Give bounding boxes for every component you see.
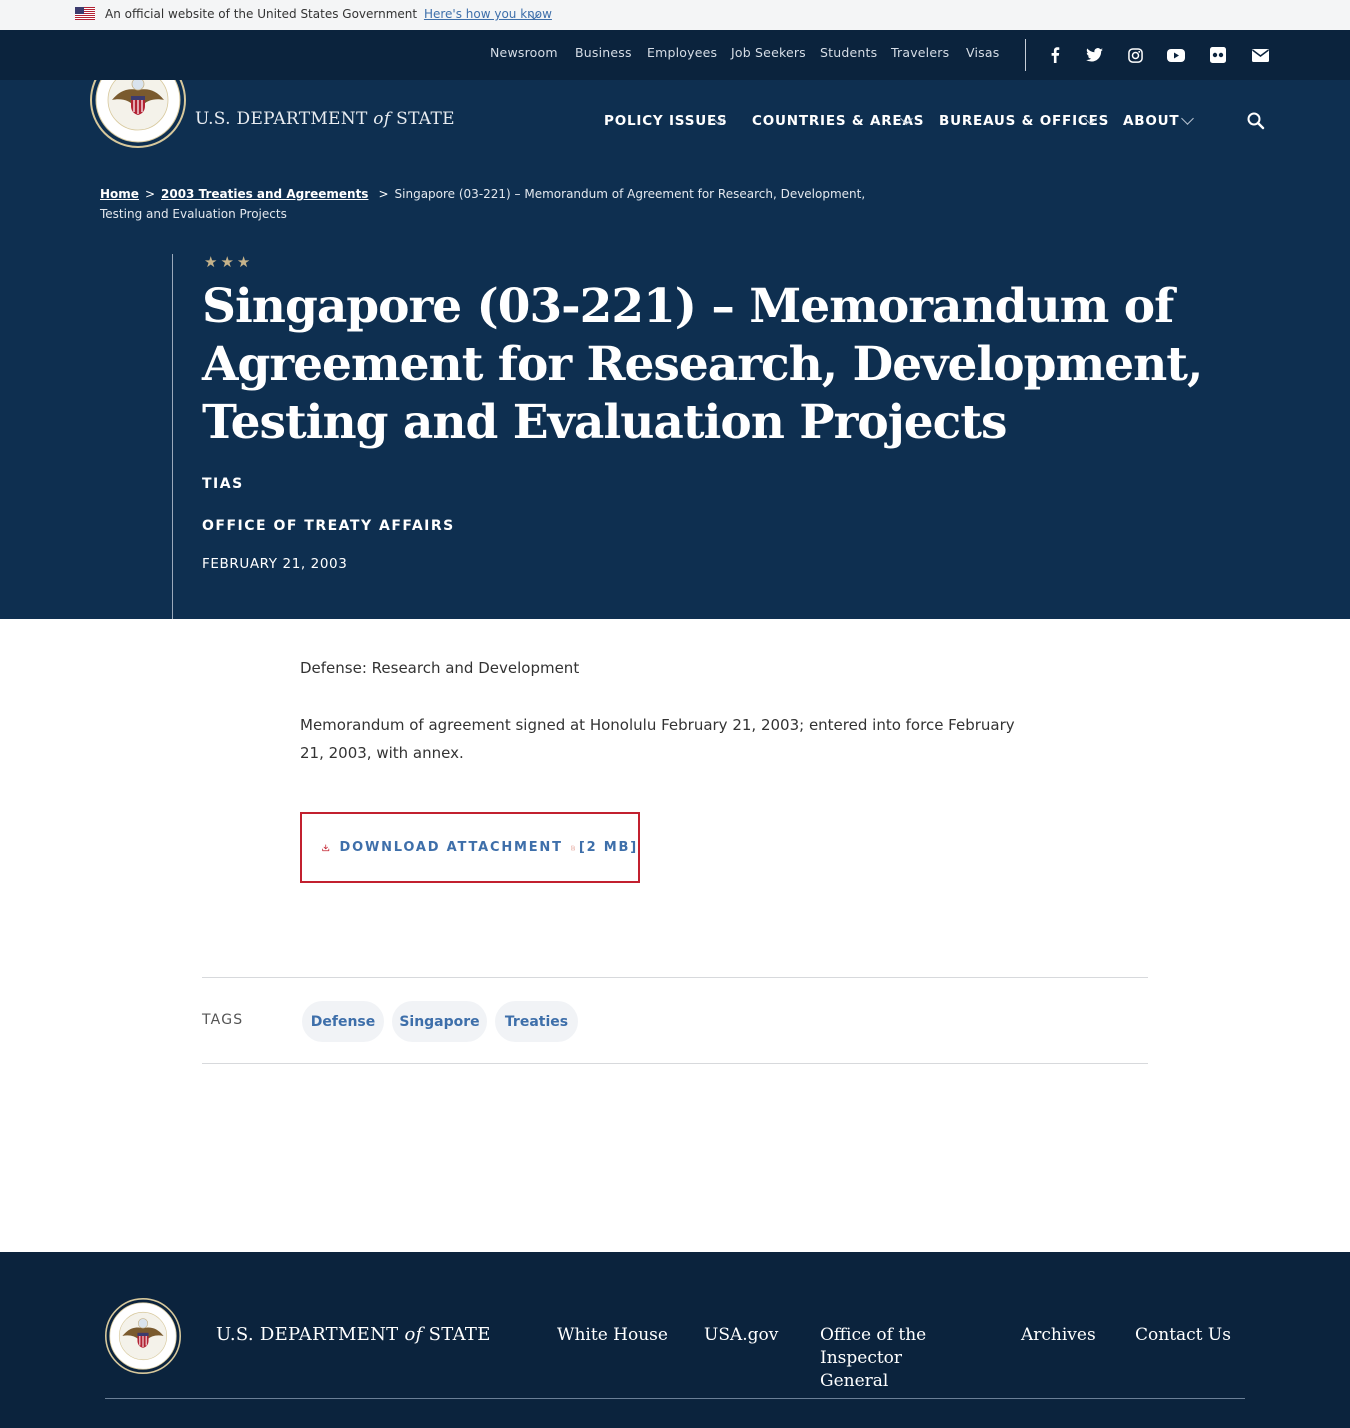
chevron-down-icon[interactable] bbox=[1181, 112, 1194, 125]
footer: U.S. DEPARTMENT of STATE White House USA… bbox=[0, 1252, 1350, 1428]
instagram-icon[interactable] bbox=[1125, 45, 1145, 65]
util-link-employees[interactable]: Employees bbox=[647, 45, 717, 60]
gov-banner: An official website of the United States… bbox=[0, 0, 1350, 30]
email-icon[interactable] bbox=[1250, 45, 1270, 65]
tag-defense[interactable]: Defense bbox=[302, 1001, 384, 1042]
masthead: U.S. DEPARTMENT of STATE POLICY ISSUES C… bbox=[0, 80, 1350, 619]
footer-divider bbox=[105, 1398, 1245, 1399]
util-link-visas[interactable]: Visas bbox=[966, 45, 999, 60]
footer-logo[interactable]: U.S. DEPARTMENT of STATE bbox=[216, 1324, 491, 1345]
flickr-icon[interactable] bbox=[1208, 45, 1228, 65]
search-icon[interactable] bbox=[1245, 110, 1267, 132]
stars-icon: ★★★ bbox=[204, 253, 254, 271]
breadcrumb-separator: > bbox=[144, 187, 155, 201]
util-link-job-seekers[interactable]: Job Seekers bbox=[731, 45, 806, 60]
tag-treaties[interactable]: Treaties bbox=[495, 1001, 578, 1042]
download-attachment-button[interactable]: DOWNLOAD ATTACHMENT [2 MB] bbox=[300, 812, 640, 883]
footer-link-usa-gov[interactable]: USA.gov bbox=[704, 1324, 778, 1347]
download-size: [2 MB] bbox=[578, 840, 638, 855]
nav-countries-areas[interactable]: COUNTRIES & AREAS bbox=[752, 113, 924, 129]
youtube-icon[interactable] bbox=[1166, 45, 1186, 65]
download-label: DOWNLOAD ATTACHMENT bbox=[339, 840, 563, 855]
breadcrumb-separator: > bbox=[378, 187, 389, 201]
content-type-label: TIAS bbox=[202, 476, 244, 492]
util-link-business[interactable]: Business bbox=[575, 45, 632, 60]
util-link-travelers[interactable]: Travelers bbox=[891, 45, 949, 60]
category-text: Defense: Research and Development bbox=[300, 659, 580, 677]
footer-link-white-house[interactable]: White House bbox=[557, 1324, 668, 1347]
main-content: Defense: Research and Development Memora… bbox=[0, 619, 1350, 1251]
utility-nav: Newsroom Business Employees Job Seekers … bbox=[0, 30, 1350, 80]
facebook-icon[interactable] bbox=[1045, 45, 1065, 65]
divider bbox=[202, 1063, 1148, 1064]
us-flag-icon bbox=[75, 7, 95, 20]
office-label[interactable]: OFFICE OF TREATY AFFAIRS bbox=[202, 518, 455, 534]
util-link-students[interactable]: Students bbox=[820, 45, 877, 60]
tag-singapore[interactable]: Singapore bbox=[392, 1001, 487, 1042]
gov-banner-text: An official website of the United States… bbox=[105, 7, 418, 21]
department-seal-icon[interactable] bbox=[90, 80, 186, 148]
footer-link-contact-us[interactable]: Contact Us bbox=[1135, 1324, 1231, 1347]
nav-about[interactable]: ABOUT bbox=[1123, 113, 1179, 129]
utility-divider bbox=[1025, 39, 1026, 71]
department-seal-icon[interactable] bbox=[105, 1298, 181, 1374]
util-link-newsroom[interactable]: Newsroom bbox=[490, 45, 558, 60]
tags-label: TAGS bbox=[202, 1012, 244, 1028]
footer-link-archives[interactable]: Archives bbox=[1021, 1324, 1096, 1347]
title-accent-line bbox=[172, 254, 173, 619]
nav-policy-issues[interactable]: POLICY ISSUES bbox=[604, 113, 728, 129]
description-text: Memorandum of agreement signed at Honolu… bbox=[300, 716, 1015, 762]
footer-link-inspector-general[interactable]: Office of the Inspector General bbox=[820, 1324, 970, 1393]
site-logo[interactable]: U.S. DEPARTMENT of STATE bbox=[195, 109, 455, 129]
twitter-icon[interactable] bbox=[1084, 45, 1104, 65]
pdf-icon bbox=[570, 845, 575, 850]
nav-bureaus-offices[interactable]: BUREAUS & OFFICES bbox=[939, 113, 1109, 129]
divider bbox=[202, 977, 1148, 978]
breadcrumb-parent[interactable]: 2003 Treaties and Agreements bbox=[161, 187, 368, 201]
breadcrumb-home[interactable]: Home bbox=[100, 187, 139, 201]
download-icon bbox=[322, 844, 330, 851]
page-title: Singapore (03-221) – Memorandum of Agree… bbox=[202, 279, 1203, 450]
breadcrumb: Home >2003 Treaties and Agreements > Singap… bbox=[100, 184, 900, 224]
publish-date: FEBRUARY 21, 2003 bbox=[202, 556, 348, 572]
